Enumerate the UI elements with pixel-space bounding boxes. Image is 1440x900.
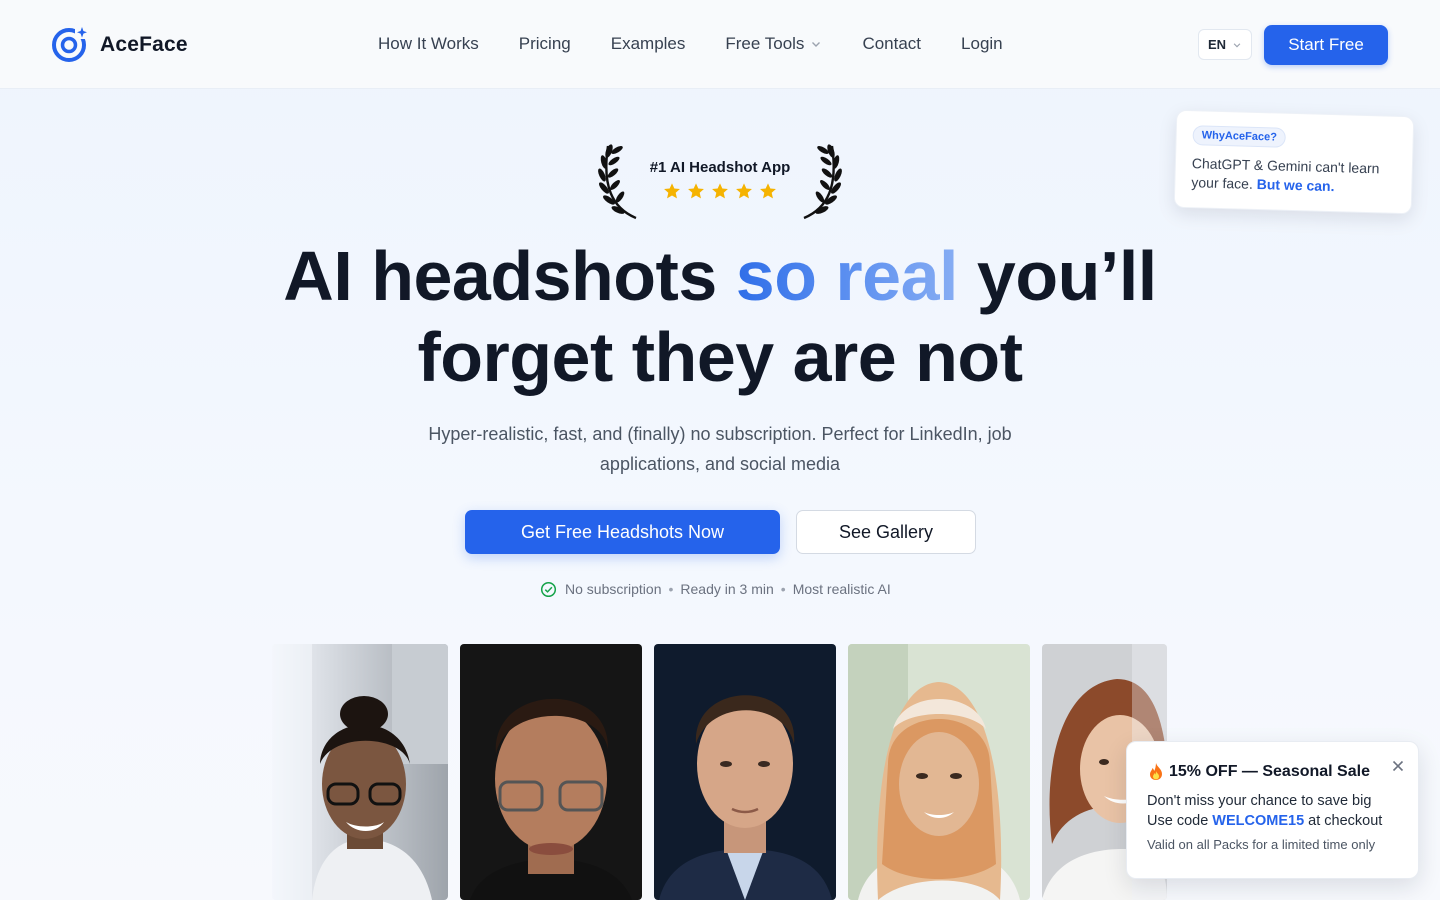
promo-code[interactable]: WELCOME15 [1212,813,1304,829]
promo-line2: Use code WELCOME15 at checkout [1147,811,1398,831]
award-title: #1 AI Headshot App [649,159,791,176]
headshot-gallery [272,644,1167,900]
nav-pricing[interactable]: Pricing [519,34,571,54]
feature-no-subscription: No subscription [565,581,662,597]
headshot-woman-hijab[interactable] [848,644,1030,900]
hero-title-part1: AI headshots [283,237,717,315]
site-header: AceFace How It Works Pricing Examples Fr… [0,0,1440,89]
nav-free-tools[interactable]: Free Tools [725,34,822,54]
nav-login[interactable]: Login [961,34,1003,54]
hero-subtitle: Hyper-realistic, fast, and (finally) no … [428,424,1012,474]
promo-title: 15% OFF — Seasonal Sale [1147,762,1398,781]
why-aceface-card[interactable]: WhyAceFace? ChatGPT & Gemini can't learn… [1173,109,1415,215]
feature-list: No subscription • Ready in 3 min • Most … [540,579,910,599]
laurel-right-icon [803,144,842,220]
star-icon [736,183,752,199]
nav-examples[interactable]: Examples [611,34,686,54]
promo-popup: 15% OFF — Seasonal Sale Don't miss your … [1126,741,1419,879]
get-free-headshots-button[interactable]: Get Free Headshots Now [465,510,780,554]
nav-contact[interactable]: Contact [862,34,921,54]
close-icon[interactable] [1390,758,1406,774]
headshot-man-glasses[interactable] [460,644,642,900]
language-label: EN [1207,37,1227,52]
feature-separator: • [668,581,674,597]
promo-line2-prefix: Use code [1147,813,1209,829]
hero-title: AI headshots so real you’ll forget they … [260,236,1180,398]
feature-realistic: Most realistic AI [792,581,891,597]
why-badge: WhyAceFace? [1192,125,1287,148]
start-free-button[interactable]: Start Free [1264,25,1388,65]
main-nav: How It Works Pricing Examples Free Tools… [378,34,1003,54]
nav-label: Examples [610,34,686,53]
star-icon [760,183,776,199]
promo-title-text: 15% OFF — Seasonal Sale [1169,762,1370,780]
language-selector[interactable]: EN [1198,29,1252,60]
chevron-down-icon [1233,42,1241,47]
brand-logo[interactable]: AceFace [51,26,188,63]
laurel-left-icon [598,144,637,220]
chevron-down-icon [812,42,821,47]
nav-label: Free Tools [725,34,805,53]
nav-label: Contact [862,34,922,53]
award-badge: #1 AI Headshot App [598,142,842,222]
nav-how-it-works[interactable]: How It Works [378,34,479,54]
fire-icon [1150,763,1162,780]
headshot-man-suit[interactable] [654,644,836,900]
aceface-logo-icon [52,26,88,62]
see-gallery-button[interactable]: See Gallery [796,510,976,554]
check-circle-icon [540,581,557,597]
star-icon [688,183,704,199]
promo-line2-suffix: at checkout [1308,813,1383,829]
feature-ready-time: Ready in 3 min [680,581,774,597]
promo-note: Valid on all Packs for a limited time on… [1147,837,1376,852]
rating-stars [598,182,842,200]
why-text-accent: But we can. [1256,175,1335,195]
nav-label: How It Works [378,34,479,53]
star-icon [712,183,728,199]
why-text: ChatGPT & Gemini can't learn your face. … [1191,154,1396,198]
nav-label: Login [961,34,1003,53]
brand-name: AceFace [100,32,188,56]
feature-separator: • [780,581,786,597]
promo-line1: Don't miss your chance to save big [1147,793,1372,809]
headshot-woman-glasses[interactable] [272,644,448,900]
star-icon [664,183,680,199]
nav-label: Pricing [518,34,571,53]
hero-title-highlight: so real [735,237,959,315]
